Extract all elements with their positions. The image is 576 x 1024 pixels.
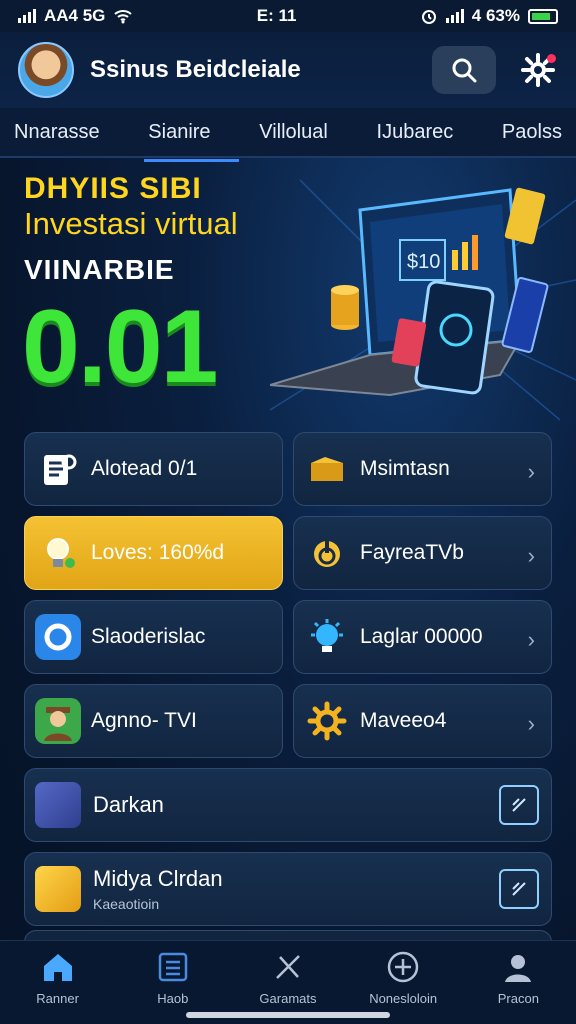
card-agnno[interactable]: Agnno- TVI [24,684,283,758]
tab-1[interactable]: Nnarasse [14,113,100,152]
svg-text:$10: $10 [407,251,440,273]
carrier-text: AA4 5G [44,6,106,25]
chevron-right-icon: › [527,627,535,652]
wide-card-title: Midya Clrdan [93,866,223,891]
card-label: Alotead 0/1 [91,457,198,480]
edit-icon [512,798,526,812]
card-laglar[interactable]: Laglar 00000 › [293,600,552,674]
laptop-illustration: $10 [270,187,549,397]
signal-strength-icon [445,9,464,23]
card-label: Msimtasn [360,457,450,480]
nav-label: Haob [157,991,189,1006]
card-darkan[interactable]: Darkan [24,768,552,842]
cube-icon [35,782,81,828]
card-maveeo[interactable]: Maveeo4 › [293,684,552,758]
nav-label: Ranner [36,991,79,1006]
card-label: Slaoderislac [91,625,206,648]
edit-icon [512,882,526,896]
promo-subtitle: Investasi virtual [24,206,238,241]
action-grid: Alotead 0/1 Msimtasn › Loves: 160%d Fayr… [24,432,552,936]
alarm-icon [421,10,436,24]
search-icon [452,58,477,83]
status-bar: AA4 5G E: 11 4 63% [0,0,576,32]
document-icon [35,446,81,492]
wide-card-subtitle: Kaeaotioin [93,896,160,912]
promo-amount: 0.01 [22,289,218,405]
promo-title: DHYIIS SIBI [24,172,202,205]
card-msimtasn[interactable]: Msimtasn › [293,432,552,506]
gear-icon [304,698,350,744]
notification-dot [547,54,556,63]
app-header: Ssinus Beidcleiale [0,32,576,108]
nav-home[interactable]: Ranner [3,949,113,1006]
tab-3[interactable]: Villolual [259,113,328,152]
plus-circle-icon [385,949,421,985]
nav-add[interactable]: Nonesloloin [348,949,458,1006]
nav-list[interactable]: Haob [118,949,228,1006]
promo-banner[interactable]: DHYIIS SIBI Investasi virtual VIINARBIE … [0,160,576,425]
card-slaoderislac[interactable]: Slaoderislac [24,600,283,674]
app-title: Ssinus Beidcleiale [90,56,301,83]
nav-label: Nonesloloin [369,991,438,1006]
search-button[interactable] [432,46,496,94]
tab-4[interactable]: IJubarec [377,113,454,152]
nav-tools[interactable]: Garamats [233,949,343,1006]
lightbulb-icon [35,530,81,576]
wifi-icon [114,10,133,24]
home-indicator [186,1012,390,1018]
nav-label: Pracon [497,991,539,1006]
chevron-right-icon: › [527,459,535,484]
card-label: Maveeo4 [360,709,447,732]
box-icon [35,866,81,912]
card-midya[interactable]: Midya Clrdan Kaeaotioin [24,852,552,926]
wide-card-title: Darkan [93,792,164,817]
nav-profile[interactable]: Pracon [463,949,573,1006]
card-alotead[interactable]: Alotead 0/1 [24,432,283,506]
battery-text: 4 63% [471,6,520,25]
list-icon [155,949,191,985]
tools-icon [270,949,306,985]
tab-5[interactable]: Paolss [502,113,562,152]
card-fayreatvb[interactable]: FayreaTVb › [293,516,552,590]
edit-button[interactable] [499,785,539,825]
battery-icon [527,8,558,24]
person-icon [35,698,81,744]
tab-bar: Nnarasse Sianire Villolual IJubarec Paol… [0,108,576,162]
card-label: FayreaTVb [360,541,464,564]
settings-button[interactable] [518,50,558,90]
chevron-right-icon: › [527,543,535,568]
chevron-right-icon: › [527,711,535,736]
card-label: Loves: 160%d [91,541,225,564]
avatar[interactable] [18,42,74,98]
edit-button[interactable] [499,869,539,909]
circle-icon [35,614,81,660]
card-label: Laglar 00000 [360,625,483,648]
home-icon [40,949,76,985]
card-loves[interactable]: Loves: 160%d [24,516,283,590]
card-label: Agnno- TVI [91,709,197,732]
folder-icon [304,446,350,492]
promo-label: VIINARBIE [24,254,175,285]
tab-2[interactable]: Sianire [144,113,239,162]
power-icon [304,530,350,576]
clock: E: 11 [256,6,297,25]
bulb-settings-icon [304,614,350,660]
signal-icon [18,9,36,23]
person-icon [500,949,536,985]
nav-label: Garamats [259,991,317,1006]
